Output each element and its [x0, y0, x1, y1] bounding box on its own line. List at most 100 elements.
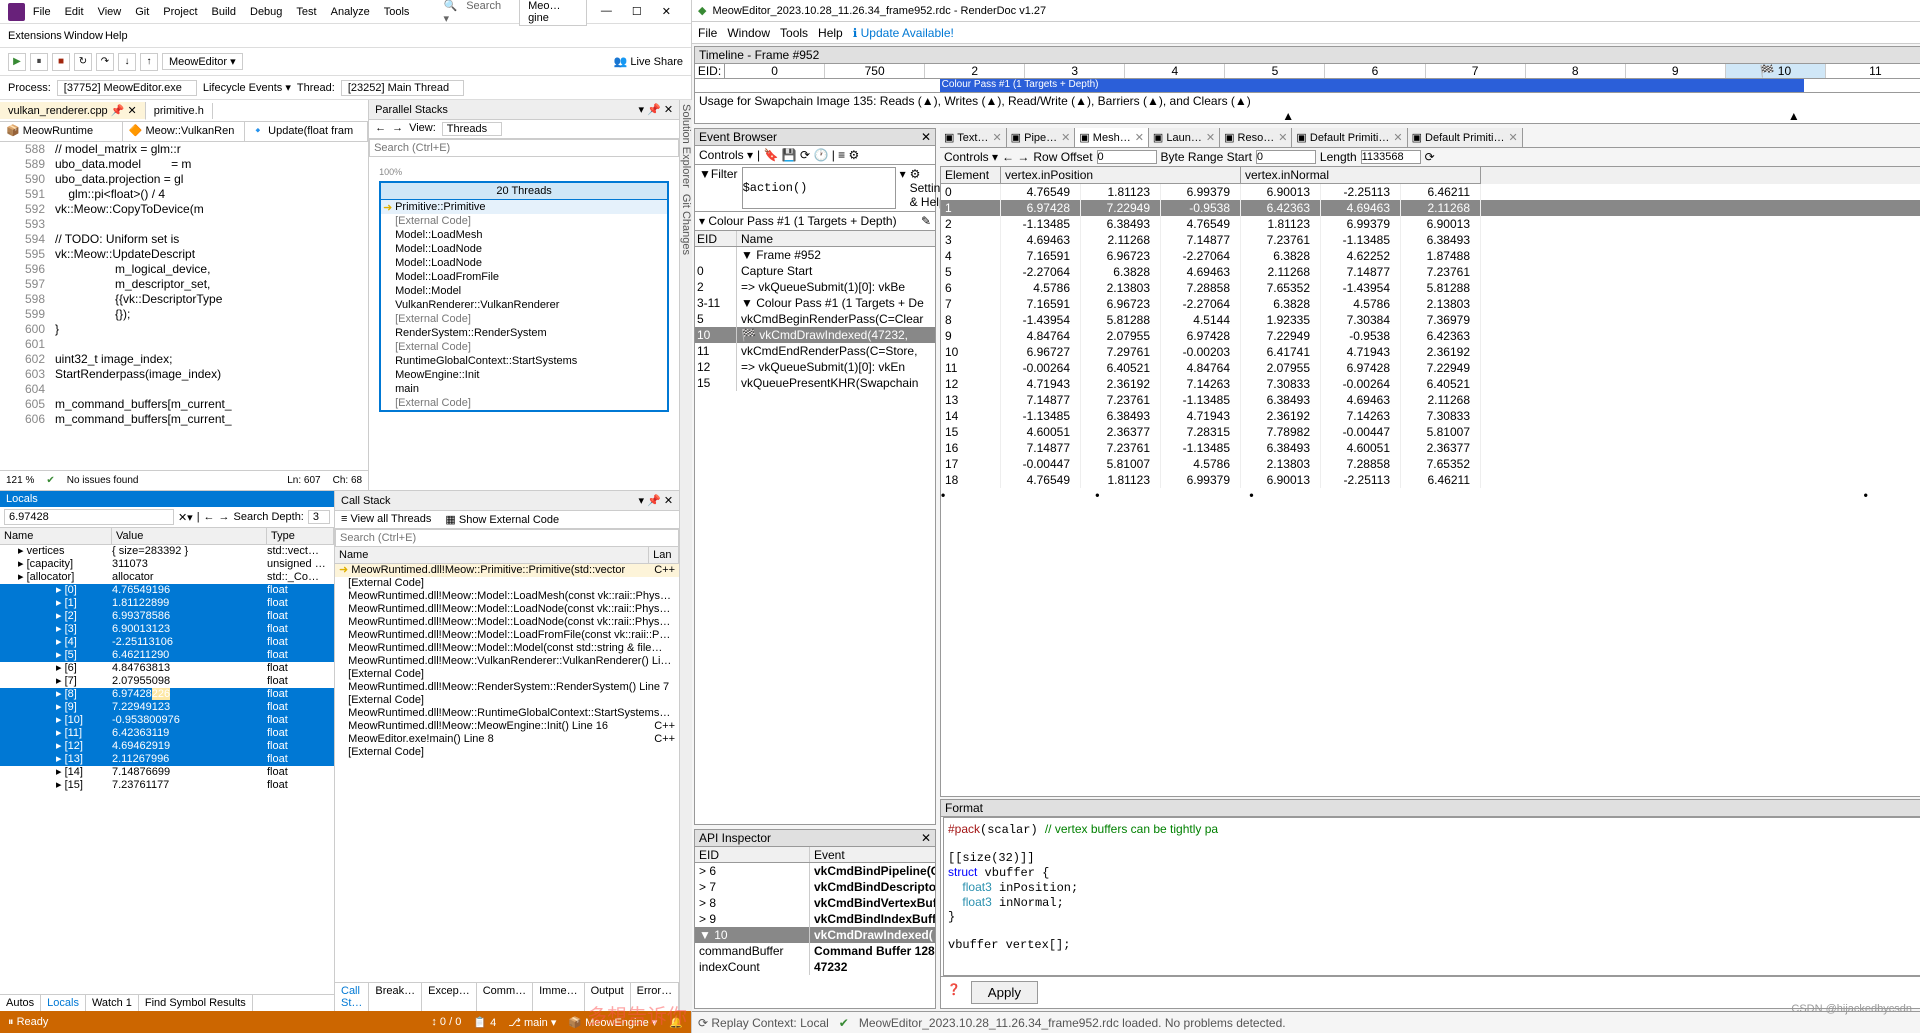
rd-tab[interactable]: ▣ Default Primiti… ✕	[1292, 128, 1407, 147]
step-into-icon[interactable]: ↓	[118, 53, 136, 71]
api-row[interactable]: indexCount47232	[695, 959, 935, 975]
api-row[interactable]: ▼ 10vkCmdDrawIndexed(	[695, 927, 935, 943]
stack-frame[interactable]: MeowEngine::Init	[381, 368, 667, 382]
mesh-row[interactable]: 184.765491.811236.993796.90013-2.251136.…	[941, 472, 1920, 488]
pause-icon[interactable]: ⏸	[30, 53, 48, 71]
restart-icon[interactable]: ↻	[74, 53, 92, 71]
bell-icon[interactable]: 🔔	[669, 1016, 683, 1029]
byte-start-input[interactable]	[1256, 150, 1316, 164]
callstack-row[interactable]: MeowRuntimed.dll!Meow::Model::Model(cons…	[335, 642, 679, 655]
stack-frame[interactable]: [External Code]	[381, 340, 667, 354]
rd-menu-tools[interactable]: Tools	[780, 26, 808, 40]
menu-git[interactable]: Git	[129, 4, 155, 20]
locals-row[interactable]: ▸ [capacity]311073unsigned …	[0, 558, 334, 571]
tab-callstack[interactable]: Call St…	[335, 983, 369, 1011]
nav-project[interactable]: 📦 MeowRuntime	[0, 122, 123, 141]
locals-row[interactable]: ▸ [15]7.23761177float	[0, 779, 334, 792]
callstack-row[interactable]: MeowEditor.exe!main() Line 8C++	[335, 733, 679, 746]
rd-menu-window[interactable]: Window	[727, 26, 770, 40]
replay-context[interactable]: ⟳ Replay Context: Local	[698, 1016, 829, 1030]
rd-tab[interactable]: ▣ Pipe… ✕	[1007, 128, 1076, 147]
callstack-row[interactable]: [External Code]	[335, 694, 679, 707]
tab-autos[interactable]: Autos	[0, 995, 41, 1011]
api-row[interactable]: > 7vkCmdBindDescriptorSet	[695, 879, 935, 895]
menu-window[interactable]: Window	[64, 30, 103, 42]
stack-frame[interactable]: main	[381, 382, 667, 396]
row-offset-input[interactable]	[1097, 150, 1157, 164]
rd-tab[interactable]: ▣ Default Primiti… ✕	[1408, 128, 1523, 147]
minimize-icon[interactable]: —	[595, 3, 618, 20]
rd-tab[interactable]: ▣ Mesh… ✕	[1075, 128, 1149, 147]
locals-row[interactable]: ▸ [5]6.46211290float	[0, 649, 334, 662]
mesh-row[interactable]: 94.847642.079556.974287.22949-0.95386.42…	[941, 328, 1920, 344]
status-errors[interactable]: ↕ 0 / 0	[431, 1016, 461, 1028]
project-dropdown[interactable]: MeowEditor ▾	[162, 53, 243, 70]
locals-row[interactable]: ▸ [7]2.07955098float	[0, 675, 334, 688]
api-tree[interactable]: EIDEvent> 6vkCmdBindPipeline(Gra> 7vkCmd…	[695, 847, 935, 1008]
ps-fwd-icon[interactable]: →	[392, 122, 403, 136]
stack-frame[interactable]: RenderSystem::RenderSystem	[381, 326, 667, 340]
mesh-row[interactable]: 04.765491.811236.993796.90013-2.251136.4…	[941, 184, 1920, 200]
event-row[interactable]: 11 vkCmdEndRenderPass(C=Store,	[695, 343, 935, 359]
tab-comm[interactable]: Comm…	[477, 983, 533, 1011]
live-share-button[interactable]: 👥 Live Share	[614, 55, 683, 68]
clear-icon[interactable]: ✕▾	[178, 511, 193, 524]
locals-row[interactable]: ▸ vertices{ size=283392 }std::vect…	[0, 545, 334, 558]
menu-help[interactable]: Help	[105, 30, 128, 42]
locals-row[interactable]: ▸ [8]6.97428226float	[0, 688, 334, 701]
menu-test[interactable]: Test	[290, 4, 322, 20]
refresh-icon[interactable]: ⟳	[1425, 150, 1435, 164]
tab-excep[interactable]: Excep…	[422, 983, 477, 1011]
locals-row[interactable]: ▸ [14]7.14876699float	[0, 766, 334, 779]
mesh-row[interactable]: 34.694632.112687.148777.23761-1.134856.3…	[941, 232, 1920, 248]
callstack-body[interactable]: ➜ MeowRuntimed.dll!Meow::Primitive::Prim…	[335, 564, 679, 982]
ps-back-icon[interactable]: ←	[375, 122, 386, 136]
mesh-row[interactable]: 77.165916.96723-2.270646.38284.57862.138…	[941, 296, 1920, 312]
locals-row[interactable]: ▸ [13]2.11267996float	[0, 753, 334, 766]
menu-analyze[interactable]: Analyze	[325, 4, 376, 20]
mesh-row[interactable]: 2-1.134856.384934.765491.811236.993796.9…	[941, 216, 1920, 232]
callstack-row[interactable]: MeowRuntimed.dll!Meow::Model::LoadFromFi…	[335, 629, 679, 642]
vs-side-rail[interactable]: Solution Explorer Git Changes	[679, 100, 692, 1011]
locals-row[interactable]: ▸ [6]4.84763813float	[0, 662, 334, 675]
callstack-row[interactable]: [External Code]	[335, 577, 679, 590]
maximize-icon[interactable]: ☐	[626, 3, 648, 20]
back-icon[interactable]: ←	[204, 511, 215, 523]
menu-project[interactable]: Project	[157, 4, 203, 20]
filter-input[interactable]	[742, 167, 896, 209]
menu-build[interactable]: Build	[206, 4, 242, 20]
mesh-controls-dropdown[interactable]: Controls ▾	[944, 150, 998, 164]
locals-row[interactable]: ▸ [0]4.76549196float	[0, 584, 334, 597]
mesh-row[interactable]: 47.165916.96723-2.270646.38284.622521.87…	[941, 248, 1920, 264]
stack-frame[interactable]: ➜Primitive::Primitive	[381, 200, 667, 214]
callstack-row[interactable]: [External Code]	[335, 668, 679, 681]
cs-search-input[interactable]	[335, 529, 679, 547]
rd-tab[interactable]: ▣ Laun… ✕	[1149, 128, 1220, 147]
locals-row[interactable]: ▸ [9]7.22949123float	[0, 701, 334, 714]
tab-imme[interactable]: Imme…	[533, 983, 585, 1011]
callstack-row[interactable]: [External Code]	[335, 746, 679, 759]
format-editor[interactable]: #pack(scalar) // vertex buffers can be t…	[943, 817, 1920, 976]
mesh-row[interactable]: 124.719432.361927.142637.30833-0.002646.…	[941, 376, 1920, 392]
tab-primitive-h[interactable]: primitive.h	[146, 103, 213, 119]
rd-menu-file[interactable]: File	[698, 26, 717, 40]
event-row[interactable]: 2 => vkQueueSubmit(1)[0]: vkBe	[695, 279, 935, 295]
tab-output[interactable]: Output	[585, 983, 631, 1011]
event-row[interactable]: 3-11 ▼ Colour Pass #1 (1 Targets + De	[695, 295, 935, 311]
callstack-row[interactable]: ➜ MeowRuntimed.dll!Meow::Primitive::Prim…	[335, 564, 679, 577]
menu-tools[interactable]: Tools	[378, 4, 416, 20]
stack-frame[interactable]: Model::Model	[381, 284, 667, 298]
locals-row[interactable]: ▸ [11]6.42363119float	[0, 727, 334, 740]
tab-break[interactable]: Break…	[369, 983, 422, 1011]
status-warnings[interactable]: 📋 4	[473, 1016, 496, 1029]
close-icon[interactable]: ✕	[656, 3, 677, 20]
event-row[interactable]: 12 => vkQueueSubmit(1)[0]: vkEn	[695, 359, 935, 375]
stack-frame[interactable]: [External Code]	[381, 214, 667, 228]
stack-frame[interactable]: Model::LoadMesh	[381, 228, 667, 242]
locals-row[interactable]: ▸ [12]4.69462919float	[0, 740, 334, 753]
mesh-row[interactable]: 154.600512.363777.283157.78982-0.004475.…	[941, 424, 1920, 440]
rd-tab[interactable]: ▣ Text… ✕	[940, 128, 1007, 147]
ps-search-input[interactable]	[369, 139, 679, 157]
depth-dropdown[interactable]: 3	[308, 510, 330, 524]
update-available-link[interactable]: ℹ Update Available!	[853, 26, 954, 40]
